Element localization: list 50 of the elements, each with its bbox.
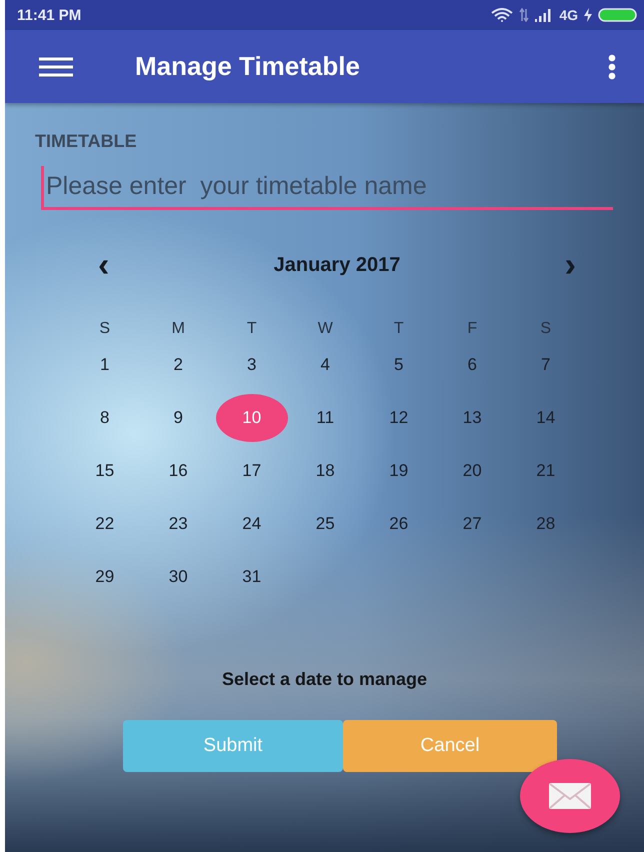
weekday-label: F: [466, 320, 478, 338]
calendar-day[interactable]: 24: [216, 500, 288, 548]
calendar-day[interactable]: 25: [289, 500, 362, 548]
calendar-day[interactable]: 9: [142, 394, 214, 442]
calendar-day[interactable]: 17: [216, 446, 288, 494]
envelope-icon: [548, 782, 592, 810]
weekday-label: S: [539, 320, 552, 338]
weekday-label: T: [246, 320, 258, 338]
previous-month-button[interactable]: ‹: [98, 250, 110, 280]
calendar-day[interactable]: 16: [142, 446, 214, 494]
calendar-day[interactable]: 8: [68, 394, 141, 442]
hint-text: Select a date to manage: [220, 669, 428, 690]
calendar-day[interactable]: 4: [289, 340, 362, 388]
calendar-day[interactable]: 3: [216, 340, 288, 388]
battery-icon: [598, 8, 638, 22]
calendar-day[interactable]: 30: [142, 552, 214, 600]
more-options-icon[interactable]: [608, 54, 616, 80]
calendar-day[interactable]: 27: [436, 500, 508, 548]
weekday-label: S: [98, 320, 112, 338]
calendar-day[interactable]: 15: [68, 446, 141, 494]
data-arrows-icon: [519, 8, 530, 22]
wifi-icon: [491, 8, 514, 22]
network-type: 4G: [559, 7, 578, 23]
calendar-day[interactable]: 29: [68, 552, 141, 600]
calendar-day[interactable]: 10: [216, 394, 288, 442]
timetable-name-field[interactable]: Please enter your timetable name: [41, 166, 613, 210]
calendar-day[interactable]: 20: [436, 446, 508, 494]
calendar-day[interactable]: 2: [142, 340, 214, 388]
calendar-day[interactable]: 22: [68, 500, 141, 548]
calendar-day[interactable]: 26: [362, 500, 435, 548]
weekday-label: T: [392, 320, 405, 338]
calendar-day[interactable]: 13: [436, 394, 508, 442]
status-time: 11:41 PM: [17, 6, 82, 24]
weekday-label: M: [170, 320, 186, 338]
calendar-day[interactable]: 12: [362, 394, 435, 442]
calendar-day[interactable]: 31: [216, 552, 288, 600]
calendar-day[interactable]: 23: [142, 500, 214, 548]
app-title: Manage Timetable: [135, 51, 361, 82]
calendar-day[interactable]: 19: [362, 446, 435, 494]
menu-icon[interactable]: [39, 56, 73, 76]
signal-icon: [535, 8, 554, 22]
field-label: TIMETABLE: [35, 131, 138, 152]
calendar-day[interactable]: 5: [362, 340, 435, 388]
calendar-day[interactable]: 11: [289, 394, 362, 442]
calendar-day[interactable]: 1: [68, 340, 141, 388]
calendar-day[interactable]: 6: [436, 340, 508, 388]
weekday-label: W: [316, 320, 334, 338]
month-title: January 2017: [274, 254, 400, 276]
calendar-day[interactable]: 18: [289, 446, 362, 494]
charging-icon: [584, 8, 592, 22]
